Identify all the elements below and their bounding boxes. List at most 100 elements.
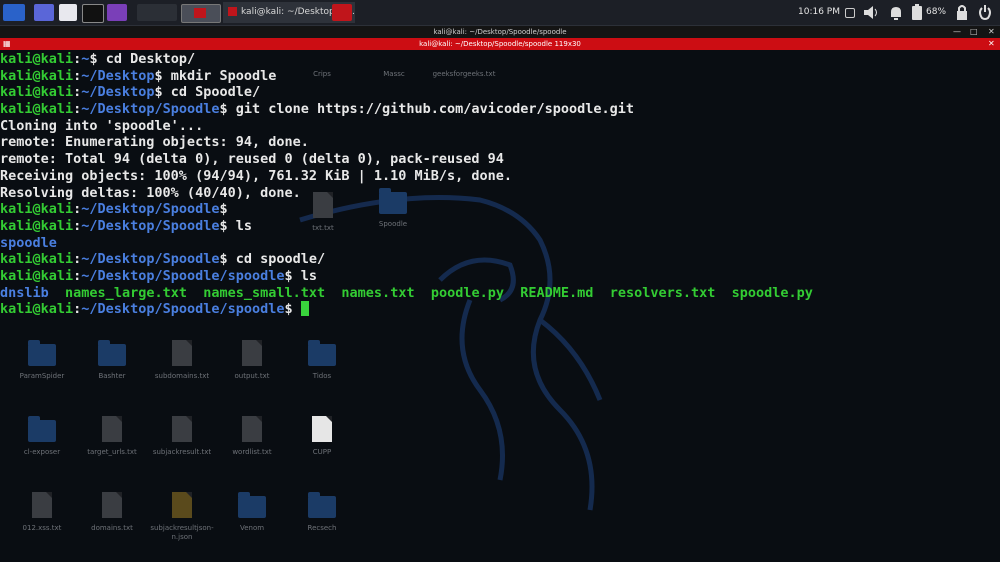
prompt-user: kali@kali <box>0 217 74 234</box>
maximize-button[interactable]: □ <box>970 26 978 38</box>
taskbar: kali@kali: ~/Desktop/Sp... 10:16 PM 68% <box>0 0 1000 26</box>
file-icon <box>312 416 332 442</box>
terminal-window-titlebar[interactable]: kali@kali: ~/Desktop/Spoodle/spoodle — □… <box>0 26 1000 38</box>
workspace-3-icon[interactable] <box>332 4 352 21</box>
prompt-user: kali@kali <box>0 84 74 101</box>
prompt-line: kali@kali:~$ cd Desktop/ <box>0 51 196 67</box>
output-text: Cloning into 'spoodle'... <box>0 117 204 134</box>
output-line: remote: Total 94 (delta 0), reused 0 (de… <box>0 151 1000 168</box>
json-file-icon <box>172 492 192 518</box>
command-text: cd spoodle/ <box>235 251 326 268</box>
desktop-icon-subdomains[interactable]: subdomains.txt <box>142 340 222 381</box>
desktop-icon-target-urls[interactable]: target_urls.txt <box>72 416 152 457</box>
desktop-icon-cl-exposer[interactable]: cl-exposer <box>2 416 82 457</box>
workspace-2-icon[interactable] <box>181 4 221 23</box>
file-icon <box>32 492 52 518</box>
tab-menu-icon[interactable]: ▦ <box>3 38 11 50</box>
directory-entry: dnslib <box>0 284 49 301</box>
close-button[interactable]: ✕ <box>988 26 995 38</box>
prompt-line: kali@kali:~/Desktop/Spoodle$ ls <box>0 217 252 234</box>
prompt-user: kali@kali <box>0 251 74 268</box>
terminal-window-title: kali@kali: ~/Desktop/Spoodle/spoodle <box>433 28 567 36</box>
desktop-icon-paramspider[interactable]: ParamSpider <box>2 340 82 381</box>
prompt-user: kali@kali <box>0 51 74 67</box>
folder-icon <box>308 492 336 518</box>
terminal-task-icon <box>228 7 237 16</box>
prompt-line: kali@kali:~/Desktop$ cd Spoodle/ <box>0 84 261 101</box>
desktop-icon-tidos[interactable]: Tidos <box>282 340 362 381</box>
file-icon <box>102 492 122 518</box>
minimize-button[interactable]: — <box>953 26 961 38</box>
desktop-icon-venom[interactable]: Venom <box>212 492 292 533</box>
output-line: Cloning into 'spoodle'... <box>0 118 1000 135</box>
firefox-icon[interactable] <box>107 4 127 21</box>
desktop-icon-012-xss[interactable]: 012.xss.txt <box>2 492 82 533</box>
prompt-path: ~/Desktop/Spoodle <box>81 201 220 218</box>
file-entry: resolvers.txt <box>609 284 716 301</box>
desktop-icon-wordlist[interactable]: wordlist.txt <box>212 416 292 457</box>
file-entry: README.md <box>520 284 594 301</box>
file-entry: names_large.txt <box>65 284 187 301</box>
desktop-icon-subjackresult[interactable]: subjackresult.txt <box>142 416 222 457</box>
lock-icon[interactable] <box>955 4 969 21</box>
prompt-line: kali@kali:~/Desktop/Spoodle$ git clone h… <box>0 101 634 118</box>
file-entry: names.txt <box>341 284 415 301</box>
prompt-line: kali@kali:~/Desktop/Spoodle/spoodle$ ls <box>0 267 318 284</box>
prompt-path: ~/Desktop <box>81 84 155 101</box>
prompt-user: kali@kali <box>0 201 74 218</box>
file-entry: names_small.txt <box>203 284 326 301</box>
command-text: git clone https://github.com/avicoder/sp… <box>235 101 634 118</box>
desktop-icon-cupp[interactable]: CUPP <box>282 416 362 457</box>
output-line: Resolving deltas: 100% (40/40), done. <box>0 185 1000 202</box>
terminal-output[interactable]: kali@kali:~$ cd Desktop/kali@kali:~/Desk… <box>0 51 1000 318</box>
output-text: Receiving objects: 100% (94/94), 761.32 … <box>0 167 513 184</box>
terminal-launcher-icon[interactable] <box>82 4 104 23</box>
command-text: cd Desktop/ <box>105 51 196 67</box>
ls-listing: dnslib names_large.txt names_small.txt n… <box>0 285 1000 302</box>
desktop-icon-subjackresult-json[interactable]: subjackresultjson-n.json <box>142 492 222 542</box>
output-text: Resolving deltas: 100% (40/40), done. <box>0 184 301 201</box>
folder-icon <box>238 492 266 518</box>
tab-close-button[interactable]: ✕ <box>988 38 995 50</box>
output-line: Receiving objects: 100% (94/94), 761.32 … <box>0 168 1000 185</box>
prompt-path: ~/Desktop <box>81 67 155 84</box>
battery-icon[interactable] <box>910 4 924 21</box>
desktop-icon-recsech[interactable]: Recsech <box>282 492 362 533</box>
file-icon <box>242 416 262 442</box>
volume-icon[interactable] <box>862 4 882 21</box>
terminal-cursor <box>300 301 309 317</box>
prompt-line: kali@kali:~/Desktop/Spoodle$ cd spoodle/ <box>0 251 326 268</box>
desktop-icon-bashter[interactable]: Bashter <box>72 340 152 381</box>
clock[interactable]: 10:16 PM <box>796 0 842 25</box>
file-entry: spoodle.py <box>731 284 813 301</box>
prompt-path: ~/Desktop/Spoodle <box>81 251 220 268</box>
terminal-tab-bar[interactable]: ▦ kali@kali: ~/Desktop/Spoodle/spoodle 1… <box>0 38 1000 50</box>
desktop-icon-domains[interactable]: domains.txt <box>72 492 152 533</box>
desktop-icon-output[interactable]: output.txt <box>212 340 292 381</box>
logout-icon[interactable] <box>976 4 994 21</box>
prompt-line: kali@kali:~/Desktop$ mkdir Spoodle <box>0 67 277 84</box>
notification-icon[interactable] <box>845 8 855 18</box>
command-text: cd Spoodle/ <box>170 84 261 101</box>
prompt-line: kali@kali:~/Desktop/Spoodle/spoodle$ <box>0 301 1000 318</box>
bell-icon[interactable] <box>887 4 905 21</box>
file-entry: poodle.py <box>430 284 504 301</box>
workspace-1-icon[interactable] <box>137 4 177 21</box>
output-line: spoodle <box>0 235 1000 252</box>
show-desktop-icon[interactable] <box>34 4 54 21</box>
file-icon <box>102 416 122 442</box>
prompt-path: ~/Desktop/Spoodle <box>81 101 220 118</box>
folder-icon <box>98 340 126 366</box>
kali-menu-icon[interactable] <box>3 4 25 21</box>
file-manager-icon[interactable] <box>59 4 77 21</box>
file-icon <box>172 340 192 366</box>
terminal-tab-title: kali@kali: ~/Desktop/Spoodle/spoodle 119… <box>419 40 581 48</box>
prompt-user: kali@kali <box>0 267 74 284</box>
command-text: ls <box>300 267 318 284</box>
output-text: remote: Total 94 (delta 0), reused 0 (de… <box>0 151 504 168</box>
folder-icon <box>308 340 336 366</box>
folder-icon <box>28 340 56 366</box>
folder-icon <box>28 416 56 442</box>
output-text: remote: Enumerating objects: 94, done. <box>0 134 309 151</box>
prompt-line: kali@kali:~/Desktop/Spoodle$ <box>0 201 236 218</box>
